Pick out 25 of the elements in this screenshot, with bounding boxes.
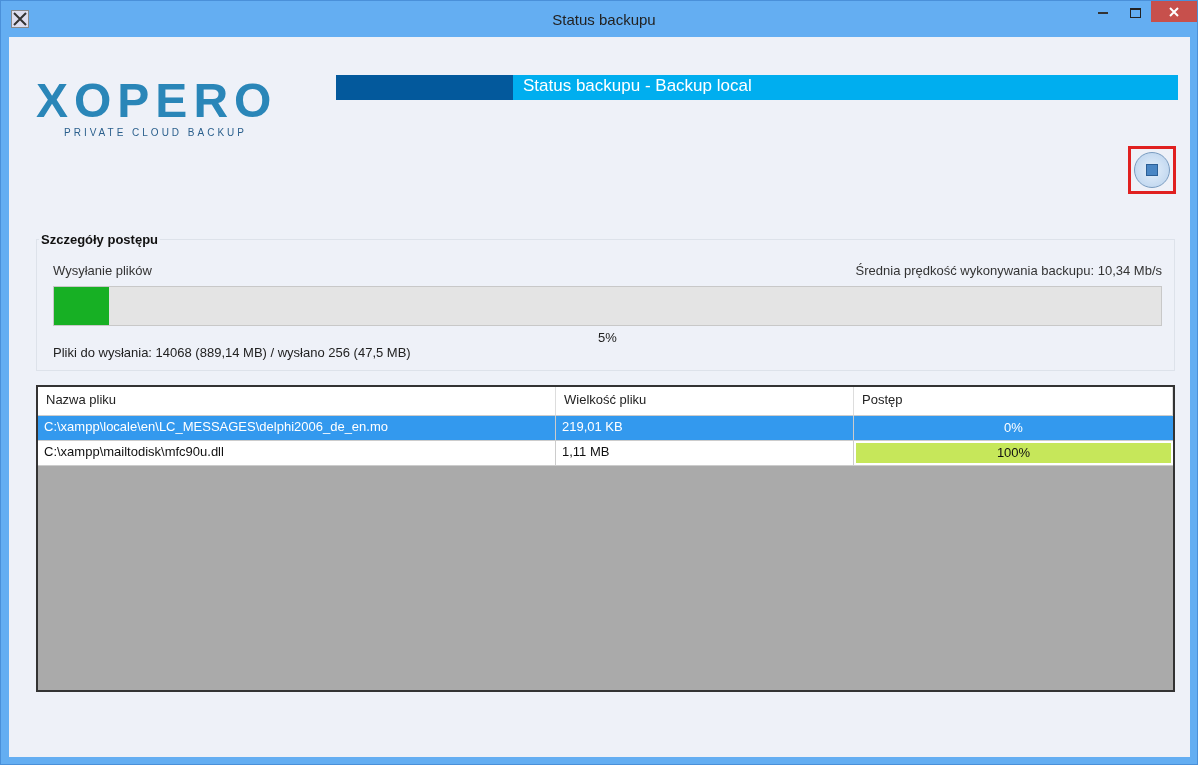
header-title: Status backupu - Backup local	[513, 75, 1178, 100]
minimize-icon	[1098, 11, 1108, 15]
column-header[interactable]: Nazwa pliku	[38, 387, 556, 416]
close-icon	[1169, 6, 1179, 17]
close-button[interactable]	[1151, 1, 1197, 22]
maximize-icon	[1129, 8, 1141, 18]
table-cell: C:\xampp\mailtodisk\mfc90u.dll	[38, 441, 556, 466]
column-header[interactable]: Wielkość pliku	[556, 387, 854, 416]
stage-label: Wysyłanie plików	[53, 263, 152, 278]
speed-label: Średnia prędkość wykonywania backupu: 10,34 Mb/s	[855, 263, 1162, 278]
window-title: Status backupu	[552, 10, 656, 28]
stop-icon	[1146, 164, 1158, 176]
table-cell: 219,01 KB	[556, 416, 854, 441]
progress-percent: 5%	[598, 330, 617, 345]
table-cell: 1,11 MB	[556, 441, 854, 466]
group-title: Szczegóły postępu	[40, 232, 160, 247]
logo-wordmark: XOPERO	[36, 77, 279, 125]
column-header[interactable]: Postęp	[854, 387, 1173, 416]
app-icon	[11, 10, 29, 28]
logo-tagline: PRIVATE CLOUD BACKUP	[64, 127, 248, 138]
row-progress-percent: 100%	[995, 444, 1032, 462]
table-cell: C:\xampp\locale\en\LC_MESSAGES\delphi2006_de_en.mo	[38, 416, 556, 441]
row-progress-percent: 0%	[1003, 419, 1024, 437]
stop-button[interactable]	[1134, 152, 1170, 188]
files-summary: Pliki do wysłania: 14068 (889,14 MB) / wysłano 256 (47,5 MB)	[53, 345, 412, 360]
